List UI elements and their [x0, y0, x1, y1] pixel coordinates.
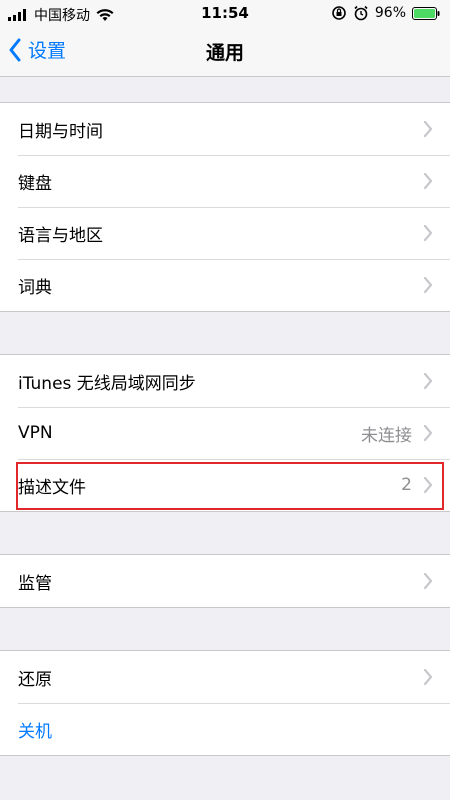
row-vpn[interactable]: VPN 未连接	[0, 407, 450, 459]
row-label: 监管	[18, 573, 52, 594]
chevron-right-icon	[423, 372, 433, 390]
row-shut-down[interactable]: 关机	[0, 703, 450, 755]
row-supervision[interactable]: 监管	[0, 555, 450, 607]
row-label: 语言与地区	[18, 225, 103, 246]
battery-percent: 96%	[374, 5, 406, 21]
row-date-time[interactable]: 日期与时间	[0, 103, 450, 155]
row-profiles[interactable]: 描述文件 2	[0, 459, 450, 511]
battery-icon	[412, 6, 440, 20]
row-label: VPN	[18, 423, 53, 443]
navigation-bar: 设置 通用	[0, 28, 450, 77]
settings-general-screen: 中国移动 11:54 96% 设置 通用 日期与时间 键盘 语言与地区 词典 i…	[0, 0, 450, 800]
row-itunes-wifi-sync[interactable]: iTunes 无线局域网同步	[0, 355, 450, 407]
status-bar: 中国移动 11:54 96%	[0, 0, 450, 28]
settings-group-1: 日期与时间 键盘 语言与地区 词典	[0, 102, 450, 312]
status-right: 96%	[331, 5, 440, 21]
chevron-right-icon	[423, 172, 433, 190]
row-label: iTunes 无线局域网同步	[18, 373, 196, 394]
row-label: 键盘	[18, 173, 52, 194]
row-reset[interactable]: 还原	[0, 651, 450, 703]
row-label: 词典	[18, 277, 52, 298]
chevron-right-icon	[423, 572, 433, 590]
settings-group-2: iTunes 无线局域网同步 VPN 未连接 描述文件 2	[0, 354, 450, 512]
row-label: 还原	[18, 669, 52, 690]
settings-group-4: 还原 关机	[0, 650, 450, 756]
alarm-icon	[354, 5, 368, 21]
chevron-right-icon	[423, 120, 433, 138]
row-label: 日期与时间	[18, 121, 103, 142]
chevron-right-icon	[423, 276, 433, 294]
row-label: 描述文件	[18, 477, 86, 498]
page-title: 通用	[205, 42, 244, 64]
row-keyboard[interactable]: 键盘	[0, 155, 450, 207]
vpn-status: 未连接	[361, 425, 412, 446]
profiles-count: 2	[401, 475, 412, 495]
settings-group-3: 监管	[0, 554, 450, 608]
row-dictionary[interactable]: 词典	[0, 259, 450, 311]
chevron-right-icon	[423, 424, 433, 442]
chevron-right-icon	[423, 476, 433, 494]
chevron-right-icon	[423, 224, 433, 242]
rotation-lock-icon	[332, 6, 346, 20]
shut-down-button: 关机	[18, 721, 52, 742]
row-language-region[interactable]: 语言与地区	[0, 207, 450, 259]
chevron-right-icon	[423, 668, 433, 686]
